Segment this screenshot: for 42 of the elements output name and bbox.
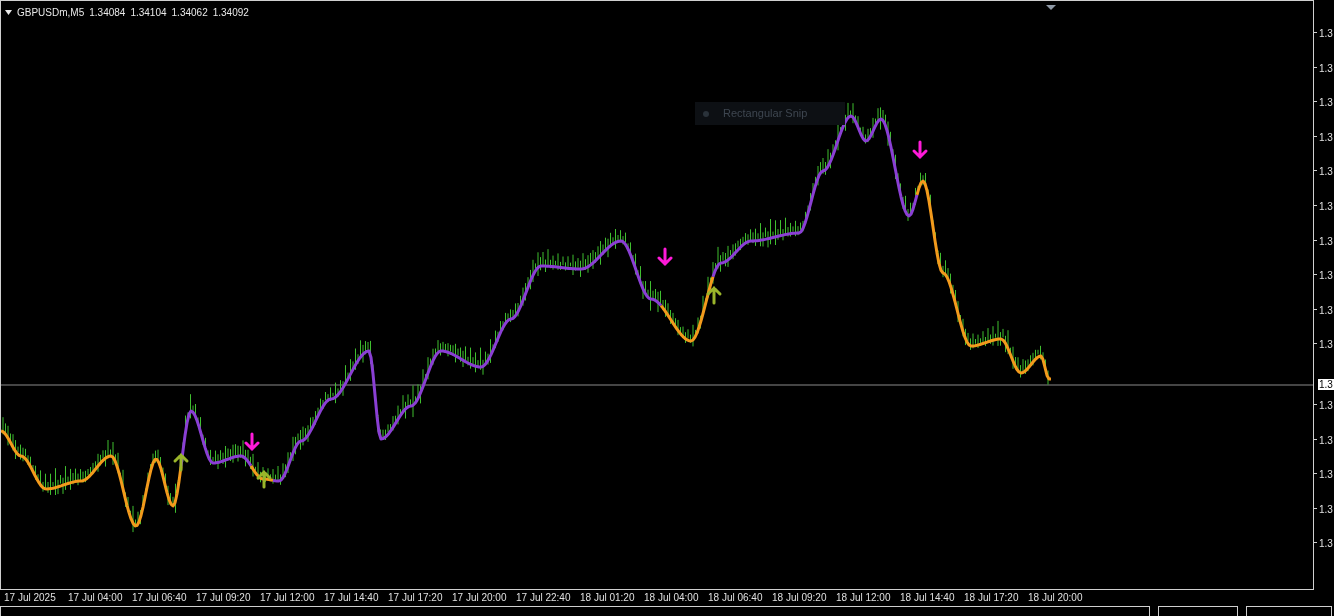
axis-label: 1.3 bbox=[1319, 234, 1333, 249]
dropdown-icon[interactable] bbox=[5, 10, 12, 15]
axis-label: 1.3 bbox=[1319, 338, 1333, 353]
axis-label: 1.3 bbox=[1319, 130, 1333, 145]
axis-label: 17 Jul 09:20 bbox=[196, 591, 252, 605]
triangle-icon bbox=[1046, 5, 1056, 10]
axis-label: 18 Jul 20:00 bbox=[1028, 591, 1084, 605]
axis-label: 17 Jul 12:00 bbox=[260, 591, 316, 605]
axis-label: 1.3 bbox=[1319, 468, 1333, 483]
axis-label: 1.3 bbox=[1319, 398, 1333, 413]
price-value: 1.34062 bbox=[171, 6, 208, 20]
axis-label: 18 Jul 09:20 bbox=[772, 591, 828, 605]
axis-label: 1.3 bbox=[1319, 199, 1333, 214]
axis-label: 17 Jul 17:20 bbox=[388, 591, 444, 605]
axis-label: 1.3 bbox=[1319, 61, 1333, 76]
axis-label: 18 Jul 12:00 bbox=[836, 591, 892, 605]
tooltip-text: Rectangular Snip bbox=[723, 106, 808, 122]
axis-label: 17 Jul 20:00 bbox=[452, 591, 508, 605]
price-value: 1.34092 bbox=[212, 6, 249, 20]
axis-label: 17 Jul 06:40 bbox=[132, 591, 188, 605]
axis-label: 1.3 bbox=[1319, 96, 1333, 111]
current-price-label: 1.3 bbox=[1318, 378, 1334, 390]
axis-label: 1.3 bbox=[1319, 269, 1333, 284]
axis-label: 18 Jul 01:20 bbox=[580, 591, 636, 605]
dot-icon bbox=[703, 110, 709, 117]
axis-label: 17 Jul 22:40 bbox=[516, 591, 572, 605]
symbol-label: GBPUSDm,M5 bbox=[17, 6, 85, 20]
price-value: 1.34084 bbox=[89, 6, 126, 20]
axis-label: 1.3 bbox=[1319, 165, 1333, 180]
axis-label: 18 Jul 04:00 bbox=[644, 591, 700, 605]
axis-label: 1.3 bbox=[1319, 303, 1333, 318]
axis-label: 18 Jul 17:20 bbox=[964, 591, 1020, 605]
axis-label: 18 Jul 06:40 bbox=[708, 591, 764, 605]
axis-label: 1.3 bbox=[1319, 502, 1333, 517]
axis-label: 1.3 bbox=[1319, 433, 1333, 448]
price-value: 1.34104 bbox=[130, 6, 167, 20]
axis-label: 1.3 bbox=[1319, 27, 1333, 41]
axis-label: 17 Jul 2025 bbox=[4, 591, 57, 605]
axis-label: 17 Jul 14:40 bbox=[324, 591, 380, 605]
axis-label: 18 Jul 14:40 bbox=[900, 591, 956, 605]
axis-label: 17 Jul 04:00 bbox=[68, 591, 124, 605]
axis-label: 1.3 bbox=[1319, 537, 1333, 552]
